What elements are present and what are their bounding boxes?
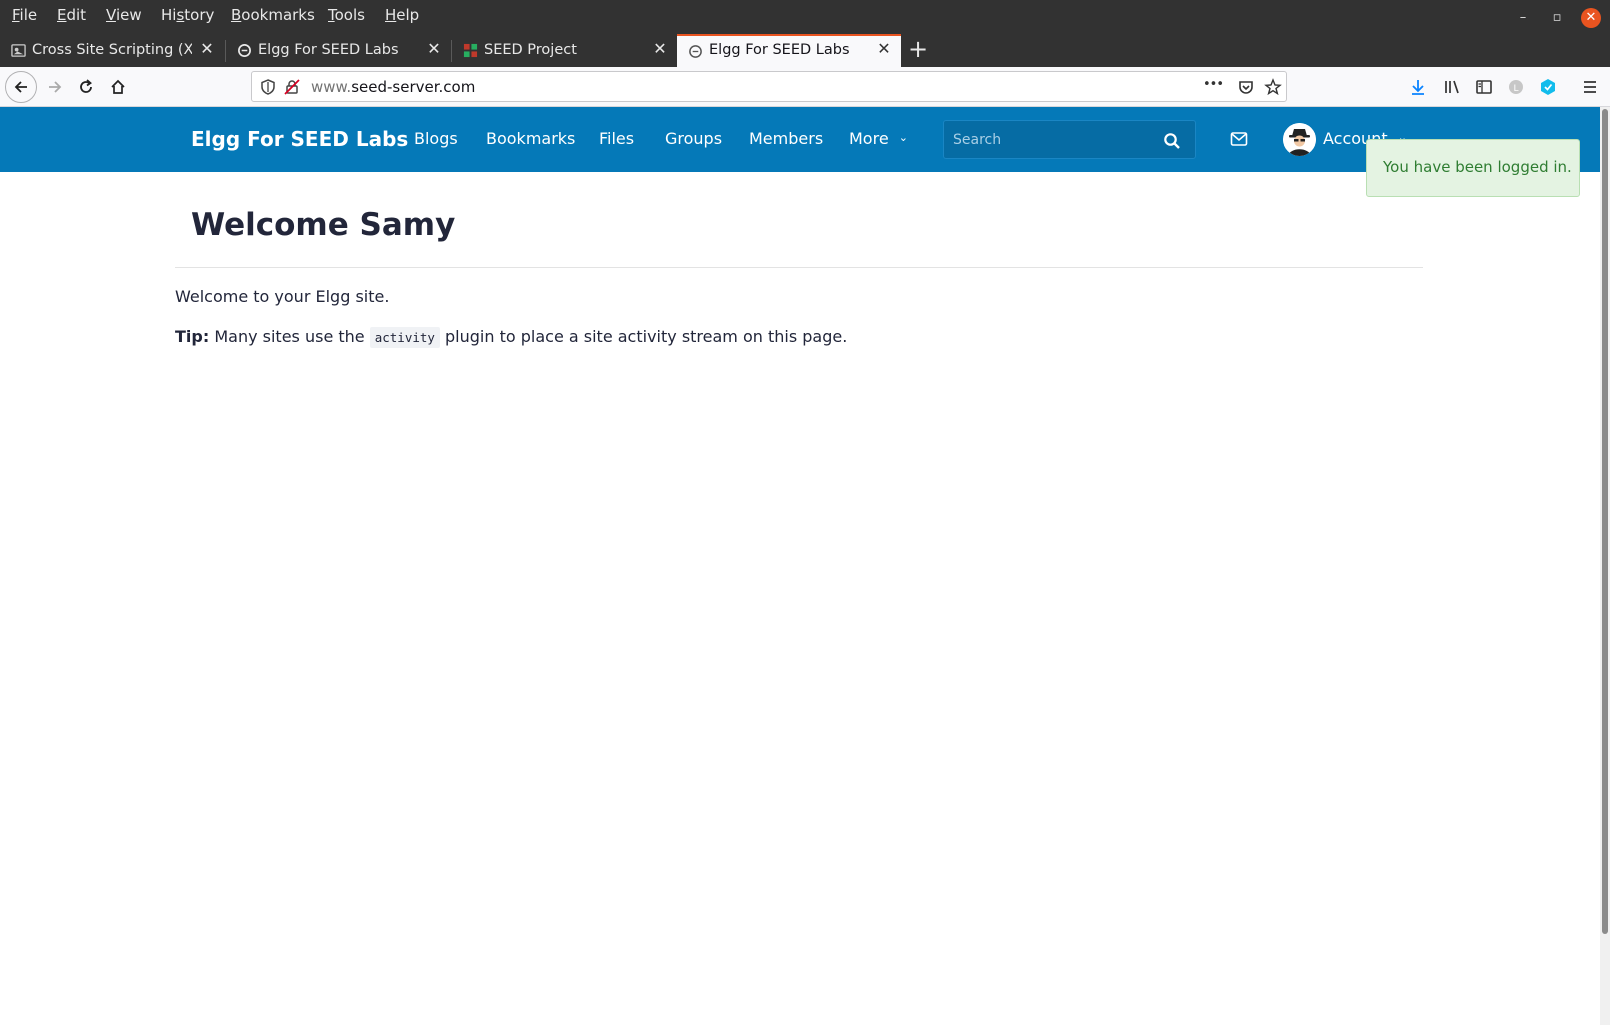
tab-elgg-active[interactable]: Elgg For SEED Labs ✕ [677,34,901,67]
menu-view[interactable]: View [106,6,142,24]
new-tab-button[interactable]: + [905,37,931,63]
bookmark-star-icon[interactable] [1264,78,1282,96]
home-icon [111,79,125,94]
download-icon[interactable] [1408,77,1428,97]
menu-accelerator: H [385,6,397,24]
minimize-button[interactable]: – [1513,8,1533,28]
menu-accelerator: T [328,6,335,24]
menu-file[interactable]: File [12,6,37,24]
nav-bookmarks[interactable]: Bookmarks [486,129,575,148]
extension-icon[interactable] [1538,77,1558,97]
home-button[interactable] [102,71,134,103]
nav-files[interactable]: Files [599,129,634,148]
menu-history[interactable]: History [161,6,214,24]
tab-label: Cross Site Scripting (XSS [32,42,192,58]
reload-button[interactable] [70,71,102,103]
nav-groups[interactable]: Groups [665,129,722,148]
tab-xss[interactable]: Cross Site Scripting (XSS ✕ [0,34,224,67]
tab-close-icon[interactable]: ✕ [425,40,443,58]
search-input[interactable]: Search [943,120,1196,159]
page-title: Welcome Samy [191,207,456,243]
menu-tools[interactable]: Tools [328,6,365,24]
activity-code: activity [369,327,440,348]
site-title-link[interactable]: Elgg For SEED Labs [191,127,408,151]
seed-favicon-icon [463,43,478,58]
intro-text: Welcome to your Elgg site. [175,287,390,306]
restore-button[interactable]: ▫ [1547,8,1567,28]
sidebar-icon[interactable] [1474,77,1494,97]
shield-icon[interactable] [259,78,277,96]
search-placeholder: Search [953,132,1002,148]
title-divider [175,267,1423,268]
tab-close-icon[interactable]: ✕ [875,40,893,58]
nav-more-label: More [849,129,889,148]
menu-edit[interactable]: Edit [57,6,86,24]
tab-label: Elgg For SEED Labs [258,42,399,58]
library-icon[interactable] [1442,77,1462,97]
reload-icon [80,79,92,93]
forward-button[interactable] [39,71,71,103]
scroll-thumb[interactable] [1602,109,1608,934]
insecure-lock-icon[interactable] [283,78,301,96]
page-icon [11,44,26,57]
tab-close-icon[interactable]: ✕ [198,40,216,58]
menu-bar: File Edit View History Bookmarks Tools H… [0,0,1610,34]
nav-more[interactable]: More ⌄ [849,129,908,148]
tip-label: Tip: [175,327,210,346]
arrow-left-icon [14,81,27,93]
nav-members[interactable]: Members [749,129,823,148]
menu-accelerator: s [176,6,185,24]
navigation-toolbar: www.seed-server.com ••• L [0,67,1610,107]
flash-message-text: You have been logged in. [1383,158,1572,176]
page-viewport: Elgg For SEED Labs Blogs Bookmarks Files… [0,107,1600,1025]
hamburger-menu-icon[interactable] [1580,77,1600,97]
tab-elgg-1[interactable]: Elgg For SEED Labs ✕ [226,34,451,67]
page-actions-icon[interactable]: ••• [1203,77,1224,95]
vertical-scrollbar[interactable] [1600,107,1610,1025]
menu-accelerator: E [57,6,67,24]
elgg-favicon-icon [238,44,251,57]
avatar[interactable] [1283,123,1316,156]
tab-label: SEED Project [484,42,577,58]
url-bar[interactable]: www.seed-server.com ••• [251,71,1287,102]
menu-help[interactable]: Help [385,6,419,24]
site-header: Elgg For SEED Labs Blogs Bookmarks Files… [0,107,1600,172]
pocket-icon[interactable] [1237,78,1255,96]
menu-bookmarks[interactable]: Bookmarks [231,6,315,24]
elgg-favicon-icon [689,45,702,58]
back-button[interactable] [5,71,37,103]
account-circle-icon[interactable]: L [1506,77,1526,97]
menu-accelerator: B [231,6,242,24]
svg-text:L: L [1513,84,1518,94]
menu-accelerator: V [106,6,116,24]
nav-blogs[interactable]: Blogs [414,129,458,148]
search-icon[interactable] [1163,132,1181,150]
menu-accelerator: F [12,6,20,24]
tab-seed-project[interactable]: SEED Project ✕ [452,34,677,67]
tip-text-after: plugin to place a site activity stream o… [439,327,848,346]
tab-close-icon[interactable]: ✕ [651,40,669,58]
flash-message[interactable]: You have been logged in. [1366,139,1580,197]
tip-paragraph: Tip: Many sites use the activity plugin … [175,327,848,348]
url-text: www.seed-server.com [311,78,476,96]
user-spy-icon [1283,123,1316,156]
tab-label: Elgg For SEED Labs [709,42,850,58]
tip-text-before: Many sites use the [209,327,370,346]
chevron-down-icon: ⌄ [898,131,908,144]
window-close-button[interactable]: ✕ [1581,8,1601,28]
tab-strip: Cross Site Scripting (XSS ✕ Elgg For SEE… [0,34,1610,67]
arrow-right-icon [49,81,62,93]
mail-icon[interactable] [1230,131,1248,147]
